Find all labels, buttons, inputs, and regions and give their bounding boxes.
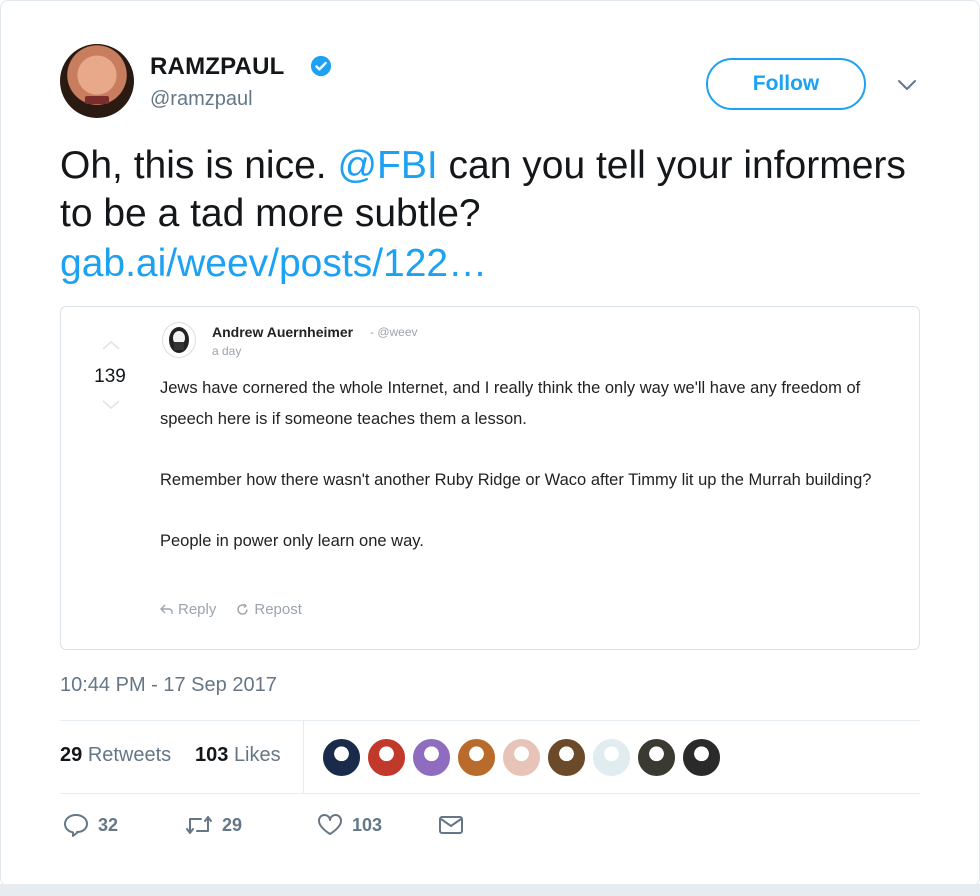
liker-avatar[interactable] bbox=[412, 738, 451, 777]
stats-divider bbox=[303, 721, 304, 793]
quoted-reply-action[interactable]: Reply bbox=[160, 601, 216, 618]
repost-icon bbox=[237, 603, 249, 615]
quoted-paragraph: People in power only learn one way. bbox=[160, 532, 424, 550]
quoted-reply-label: Reply bbox=[178, 601, 217, 618]
like-button[interactable]: 103 bbox=[316, 813, 438, 837]
tweet-url-link[interactable]: gab.ai/weev/posts/122… bbox=[60, 240, 920, 288]
page-bottom-strip bbox=[0, 884, 980, 896]
verified-badge-icon bbox=[310, 55, 332, 77]
liker-avatar[interactable] bbox=[682, 738, 721, 777]
tweet-text: Oh, this is nice. @FBI can you tell your… bbox=[60, 142, 920, 288]
quoted-repost-action[interactable]: Repost bbox=[236, 601, 302, 618]
like-count: 103 bbox=[352, 814, 383, 835]
liker-avatar[interactable] bbox=[637, 738, 676, 777]
tweet-text-before: Oh, this is nice. bbox=[60, 144, 338, 187]
mention-link[interactable]: @FBI bbox=[337, 144, 437, 187]
liker-avatar[interactable] bbox=[322, 738, 361, 777]
quoted-post-time: a day bbox=[212, 344, 242, 358]
avatar-mouth bbox=[85, 96, 109, 104]
direct-message-button[interactable] bbox=[438, 814, 464, 836]
chevron-down-icon[interactable] bbox=[894, 74, 920, 96]
follow-button[interactable]: Follow bbox=[706, 58, 866, 110]
liker-avatar[interactable] bbox=[502, 738, 541, 777]
liker-avatar[interactable] bbox=[457, 738, 496, 777]
reply-count: 32 bbox=[98, 814, 119, 835]
likes-stat-count: 103 bbox=[195, 744, 229, 766]
reply-arrow-icon bbox=[160, 604, 173, 614]
likes-stat[interactable]: 103 Likes bbox=[195, 744, 281, 767]
retweet-icon bbox=[186, 816, 212, 834]
retweet-button[interactable]: 29 bbox=[184, 813, 316, 837]
tweet-timestamp[interactable]: 10:44 PM - 17 Sep 2017 bbox=[60, 674, 277, 697]
quoted-repost-label: Repost bbox=[254, 601, 302, 618]
upvote-icon[interactable] bbox=[100, 338, 122, 352]
vote-score: 139 bbox=[94, 366, 126, 387]
downvote-icon[interactable] bbox=[100, 398, 122, 412]
heart-icon bbox=[318, 814, 342, 835]
retweets-stat-count: 29 bbox=[60, 744, 83, 766]
likers-avatar-row bbox=[322, 738, 721, 777]
quoted-post-actions: Reply Repost bbox=[160, 601, 302, 618]
author-avatar[interactable] bbox=[60, 44, 134, 118]
quoted-paragraph: Remember how there wasn't another Ruby R… bbox=[160, 471, 872, 489]
quoted-paragraph: Jews have cornered the whole Internet, a… bbox=[160, 379, 861, 428]
envelope-icon bbox=[439, 816, 463, 834]
quoted-author-name[interactable]: Andrew Auernheimer bbox=[212, 324, 353, 340]
liker-avatar[interactable] bbox=[367, 738, 406, 777]
likes-stat-label: Likes bbox=[233, 744, 281, 766]
retweets-stat[interactable]: 29 Retweets bbox=[60, 744, 171, 767]
tweet-actions: 32 29 103 bbox=[62, 812, 464, 838]
quoted-post-body: Jews have cornered the whole Internet, a… bbox=[160, 373, 880, 587]
liker-avatar[interactable] bbox=[547, 738, 586, 777]
reply-button[interactable]: 32 bbox=[62, 812, 184, 838]
retweets-stat-label: Retweets bbox=[87, 744, 172, 766]
retweet-count: 29 bbox=[222, 814, 243, 835]
author-handle[interactable]: @ramzpaul bbox=[150, 88, 253, 111]
reply-icon bbox=[64, 814, 88, 837]
divider bbox=[60, 793, 920, 794]
divider bbox=[60, 720, 920, 721]
quoted-author-avatar[interactable] bbox=[162, 322, 196, 358]
author-name[interactable]: RAMZPAUL bbox=[150, 53, 284, 81]
liker-avatar[interactable] bbox=[592, 738, 631, 777]
quoted-author-handle[interactable]: - @weev bbox=[370, 325, 418, 339]
